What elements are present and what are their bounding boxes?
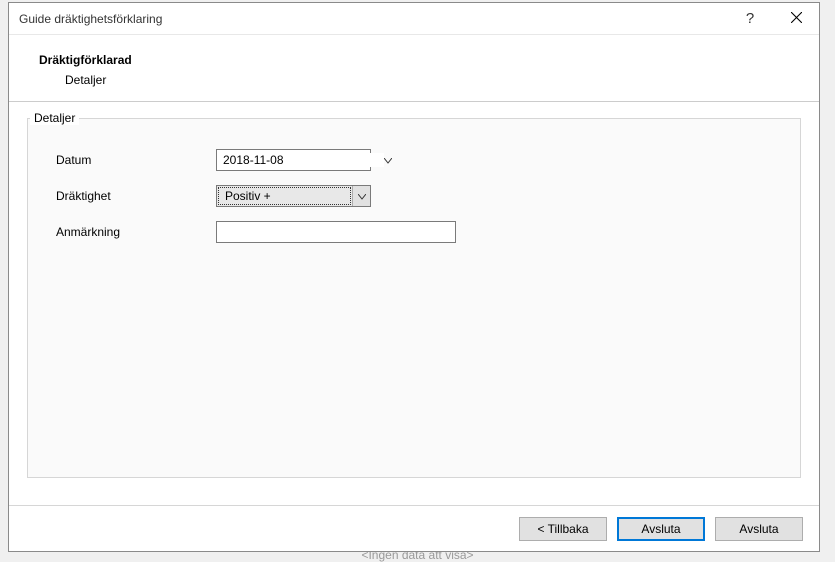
date-dropdown-button[interactable] [384,150,392,170]
help-button[interactable]: ? [727,3,773,34]
chevron-down-icon [384,153,392,167]
chevron-down-icon [358,189,366,203]
pregnancy-value: Positiv + [218,187,351,205]
wizard-header: Dräktigförklarad Detaljer [9,35,819,102]
wizard-subtitle: Detaljer [65,73,809,87]
wizard-title: Dräktigförklarad [39,53,809,67]
titlebar: Guide dräktighetsförklaring ? [9,3,819,35]
date-picker[interactable] [216,149,371,171]
pregnancy-combobox[interactable]: Positiv + [216,185,371,207]
dialog-footer: < Tillbaka Avsluta Avsluta [9,505,819,551]
date-input[interactable] [217,153,384,167]
pregnancy-row: Dräktighet Positiv + [56,185,776,207]
note-row: Anmärkning [56,221,776,243]
close-icon [791,11,802,26]
window-title: Guide dräktighetsförklaring [19,12,727,26]
titlebar-controls: ? [727,3,819,34]
details-group: Detaljer Datum Dräktighet Positiv + [27,118,801,478]
finish-button[interactable]: Avsluta [617,517,705,541]
pregnancy-label: Dräktighet [56,189,216,203]
group-title: Detaljer [30,111,79,125]
content-area: Detaljer Datum Dräktighet Positiv + [9,102,819,505]
cancel-button[interactable]: Avsluta [715,517,803,541]
note-label: Anmärkning [56,225,216,239]
close-button[interactable] [773,3,819,34]
note-input[interactable] [216,221,456,243]
dialog-window: Guide dräktighetsförklaring ? Dräktigför… [8,2,820,552]
date-label: Datum [56,153,216,167]
date-row: Datum [56,149,776,171]
back-button[interactable]: < Tillbaka [519,517,607,541]
pregnancy-dropdown-button[interactable] [352,186,370,206]
